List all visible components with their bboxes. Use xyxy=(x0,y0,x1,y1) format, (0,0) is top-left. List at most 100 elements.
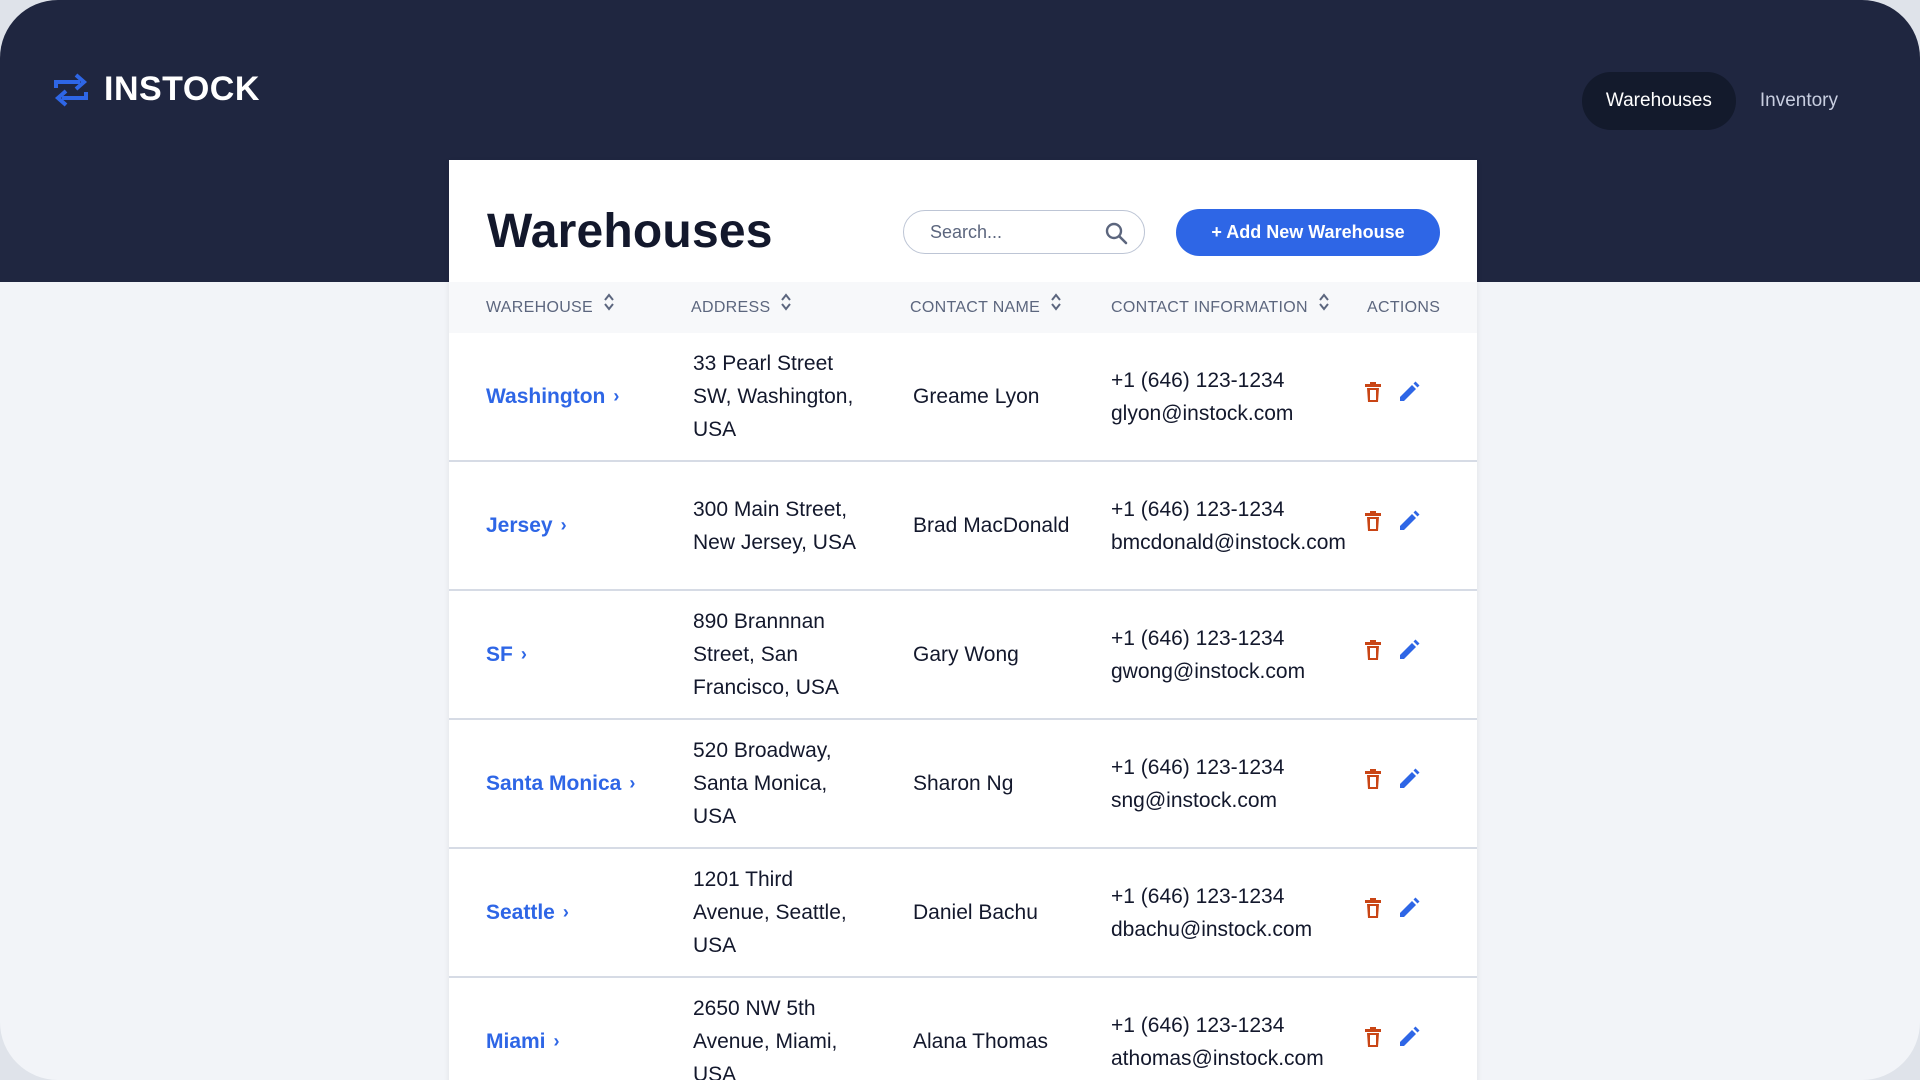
column-header-contact-name[interactable]: CONTACT NAME xyxy=(910,282,1062,333)
actions-cell xyxy=(1364,462,1420,589)
sort-icon[interactable] xyxy=(780,282,792,333)
contact-phone: +1 (646) 123-1234 xyxy=(1111,1013,1285,1037)
nav-item-inventory[interactable]: Inventory xyxy=(1736,72,1862,130)
warehouse-cell: Santa Monica › xyxy=(486,720,635,847)
contact-info-cell: +1 (646) 123-1234 glyon@instock.com xyxy=(1111,333,1293,460)
edit-icon[interactable] xyxy=(1398,767,1420,800)
contact-name-cell: Sharon Ng xyxy=(913,772,1014,795)
warehouses-card: Warehouses + Add New Warehouse WAREHOUSE xyxy=(449,160,1477,1080)
edit-icon[interactable] xyxy=(1398,1025,1420,1058)
actions-cell xyxy=(1364,978,1420,1080)
actions-cell xyxy=(1364,849,1420,976)
warehouse-cell: Seattle › xyxy=(486,849,569,976)
table-row: Washington › 33 Pearl Street SW, Washing… xyxy=(449,333,1477,462)
contact-phone: +1 (646) 123-1234 xyxy=(1111,626,1285,650)
table-row: Seattle › 1201 Third Avenue, Seattle, US… xyxy=(449,849,1477,978)
delete-icon[interactable] xyxy=(1364,380,1382,413)
actions-cell xyxy=(1364,720,1420,847)
main-nav: Warehouses Inventory xyxy=(1581,72,1862,130)
warehouse-link[interactable]: Santa Monica xyxy=(486,767,621,800)
address-cell: 1201 Third Avenue, Seattle, USA xyxy=(693,868,847,957)
contact-email: sng@instock.com xyxy=(1111,788,1278,812)
contact-email: athomas@instock.com xyxy=(1111,1046,1324,1070)
contact-phone: +1 (646) 123-1234 xyxy=(1111,497,1285,521)
edit-icon[interactable] xyxy=(1398,896,1420,929)
chevron-right-icon[interactable]: › xyxy=(561,509,567,542)
chevron-right-icon[interactable]: › xyxy=(613,380,619,413)
add-new-warehouse-button[interactable]: + Add New Warehouse xyxy=(1176,209,1440,256)
sort-icon[interactable] xyxy=(603,282,615,333)
chevron-right-icon[interactable]: › xyxy=(629,767,635,800)
contact-phone: +1 (646) 123-1234 xyxy=(1111,368,1285,392)
card-header: Warehouses + Add New Warehouse xyxy=(449,160,1477,282)
contact-email: glyon@instock.com xyxy=(1111,401,1294,425)
address-cell: 300 Main Street, New Jersey, USA xyxy=(693,497,856,554)
contact-info-cell: +1 (646) 123-1234 dbachu@instock.com xyxy=(1111,849,1312,976)
warehouse-link[interactable]: Jersey xyxy=(486,509,553,542)
warehouse-cell: Washington › xyxy=(486,333,619,460)
edit-icon[interactable] xyxy=(1398,638,1420,671)
logo-text: INSTOCK xyxy=(104,70,260,108)
column-header-label: CONTACT NAME xyxy=(910,299,1041,316)
warehouse-cell: Jersey › xyxy=(486,462,567,589)
actions-cell xyxy=(1364,333,1420,460)
column-header-label: ACTIONS xyxy=(1367,299,1441,316)
delete-icon[interactable] xyxy=(1364,767,1382,800)
chevron-right-icon[interactable]: › xyxy=(521,638,527,671)
warehouse-link[interactable]: Miami xyxy=(486,1025,546,1058)
delete-icon[interactable] xyxy=(1364,1025,1382,1058)
swap-arrows-icon xyxy=(54,72,88,108)
table-row: Jersey › 300 Main Street, New Jersey, US… xyxy=(449,462,1477,591)
chevron-right-icon[interactable]: › xyxy=(563,896,569,929)
column-header-label: WAREHOUSE xyxy=(486,299,594,316)
column-header-label: ADDRESS xyxy=(691,299,771,316)
warehouse-cell: Miami › xyxy=(486,978,560,1080)
address-cell: 520 Broadway, Santa Monica, USA xyxy=(693,739,832,828)
contact-phone: +1 (646) 123-1234 xyxy=(1111,884,1285,908)
table-row: Santa Monica › 520 Broadway, Santa Monic… xyxy=(449,720,1477,849)
edit-icon[interactable] xyxy=(1398,380,1420,413)
address-cell: 890 Brannnan Street, San Francisco, USA xyxy=(693,610,839,699)
sort-icon[interactable] xyxy=(1050,282,1062,333)
address-cell: 33 Pearl Street SW, Washington, USA xyxy=(693,352,854,441)
column-header-actions: ACTIONS xyxy=(1367,282,1440,333)
search-input[interactable] xyxy=(928,220,1092,244)
sort-icon[interactable] xyxy=(1318,282,1330,333)
table-row: Miami › 2650 NW 5th Avenue, Miami, USA A… xyxy=(449,978,1477,1080)
contact-info-cell: +1 (646) 123-1234 athomas@instock.com xyxy=(1111,978,1324,1080)
contact-name-cell: Alana Thomas xyxy=(913,1030,1049,1053)
column-header-label: CONTACT INFORMATION xyxy=(1111,299,1308,316)
edit-icon[interactable] xyxy=(1398,509,1420,542)
logo[interactable]: INSTOCK xyxy=(54,70,260,109)
warehouse-link[interactable]: SF xyxy=(486,638,513,671)
contact-phone: +1 (646) 123-1234 xyxy=(1111,755,1285,779)
contact-name-cell: Greame Lyon xyxy=(913,385,1040,408)
column-header-warehouse[interactable]: WAREHOUSE xyxy=(486,282,615,333)
warehouse-link[interactable]: Washington xyxy=(486,380,605,413)
contact-info-cell: +1 (646) 123-1234 sng@instock.com xyxy=(1111,720,1284,847)
contact-info-cell: +1 (646) 123-1234 bmcdonald@instock.com xyxy=(1111,462,1346,589)
table-body: Washington › 33 Pearl Street SW, Washing… xyxy=(449,333,1477,1080)
column-header-contact-information[interactable]: CONTACT INFORMATION xyxy=(1111,282,1330,333)
chevron-right-icon[interactable]: › xyxy=(554,1025,560,1058)
table-header: WAREHOUSE ADDRESS CONTACT NAME CONTACT I… xyxy=(449,282,1477,333)
search-icon[interactable] xyxy=(1104,221,1128,250)
warehouse-cell: SF › xyxy=(486,591,527,718)
delete-icon[interactable] xyxy=(1364,509,1382,542)
delete-icon[interactable] xyxy=(1364,896,1382,929)
contact-name-cell: Gary Wong xyxy=(913,643,1019,666)
app-frame: INSTOCK Warehouses Inventory Warehouses … xyxy=(0,0,1920,1080)
actions-cell xyxy=(1364,591,1420,718)
search-box[interactable] xyxy=(903,210,1145,254)
contact-info-cell: +1 (646) 123-1234 gwong@instock.com xyxy=(1111,591,1305,718)
contact-name-cell: Daniel Bachu xyxy=(913,901,1038,924)
column-header-address[interactable]: ADDRESS xyxy=(691,282,792,333)
contact-email: bmcdonald@instock.com xyxy=(1111,530,1346,554)
nav-item-warehouses[interactable]: Warehouses xyxy=(1581,72,1736,130)
contact-email: dbachu@instock.com xyxy=(1111,917,1313,941)
contact-email: gwong@instock.com xyxy=(1111,659,1306,683)
table-row: SF › 890 Brannnan Street, San Francisco,… xyxy=(449,591,1477,720)
page-title: Warehouses xyxy=(487,205,773,258)
warehouse-link[interactable]: Seattle xyxy=(486,896,555,929)
delete-icon[interactable] xyxy=(1364,638,1382,671)
